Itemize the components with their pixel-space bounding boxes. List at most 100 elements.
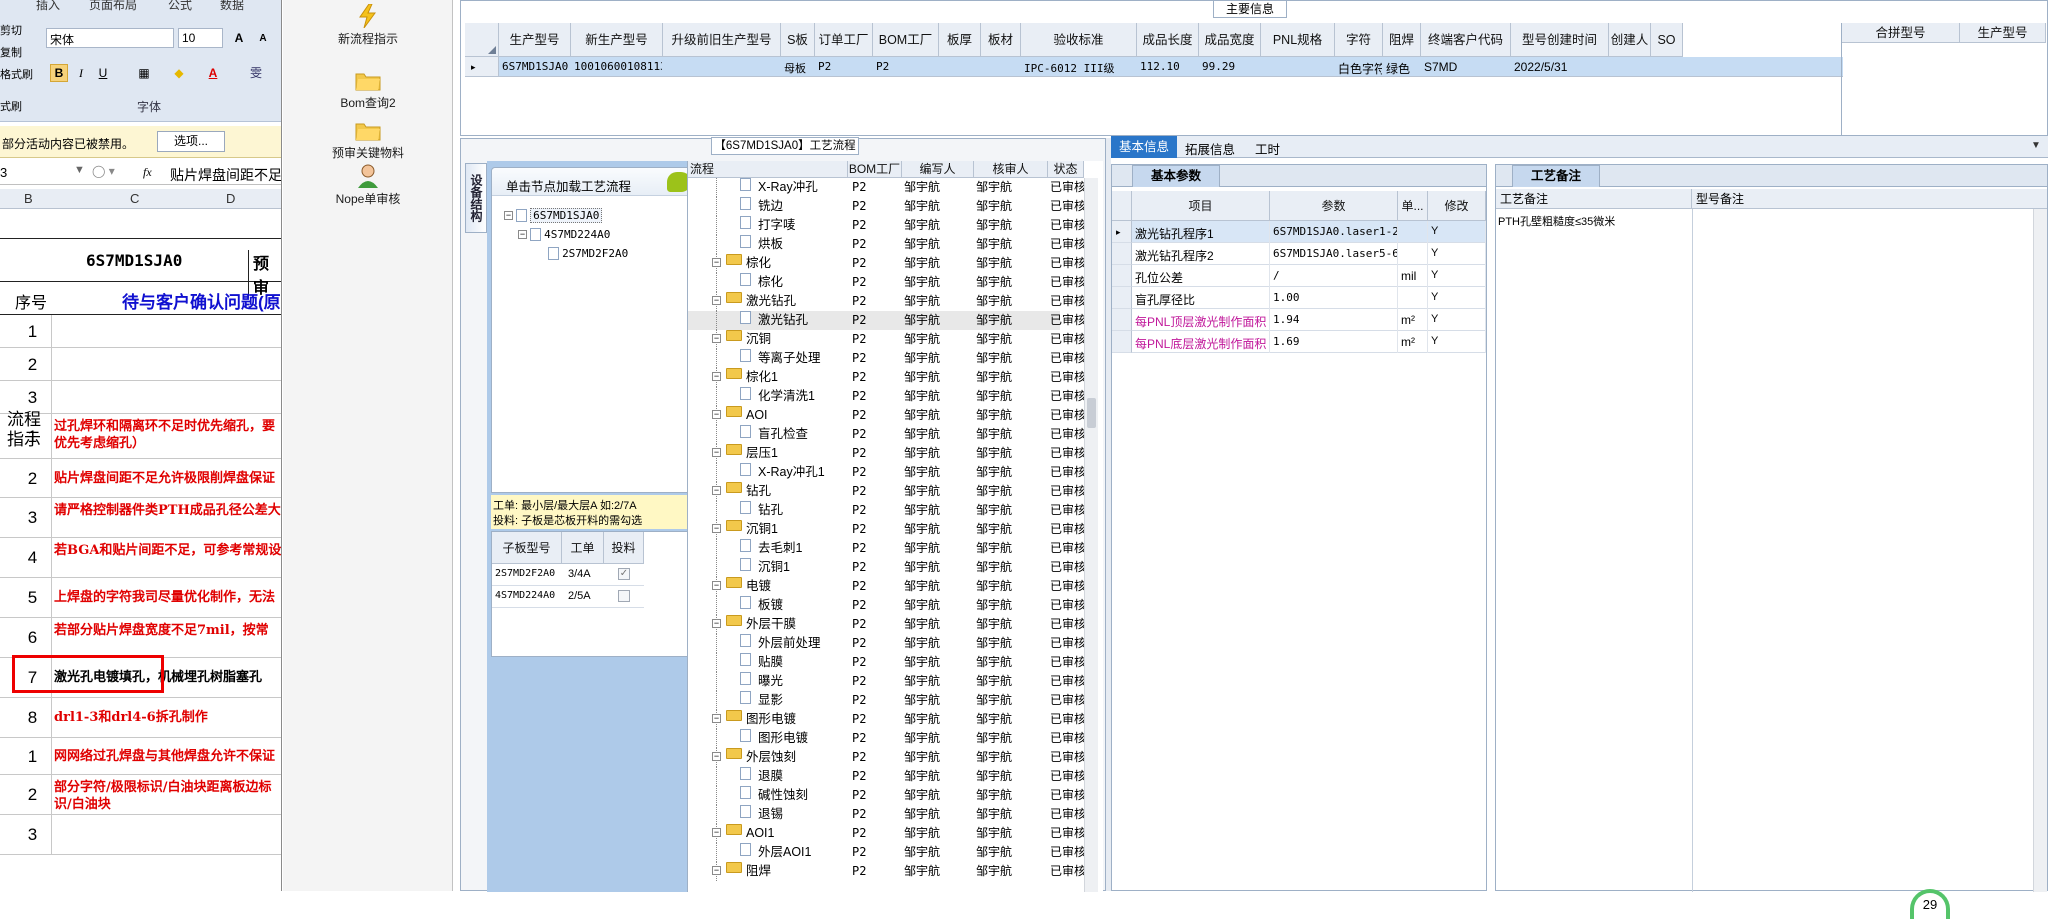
flow-col-header[interactable]: 状态 bbox=[1048, 161, 1084, 178]
seq-cell[interactable]: 2 bbox=[14, 775, 52, 815]
flow-step-row[interactable]: 钻孔 P2 邹宇航 邹宇航 已审核 bbox=[688, 501, 1086, 520]
sheet-row[interactable]: 7 激光孔电镀填孔，机械埋孔树脂塞孔 bbox=[0, 655, 281, 698]
tab-work-hours[interactable]: 工时 bbox=[1255, 139, 1280, 158]
process-remark-text[interactable]: PTH孔壁粗糙度≤35微米 bbox=[1498, 213, 1615, 229]
param-item-cell[interactable]: 激光钻孔程序1 bbox=[1135, 225, 1269, 242]
subboard-order-cell[interactable]: 2/5A bbox=[568, 590, 608, 602]
main-col-header[interactable]: 新生产型号 bbox=[571, 23, 663, 57]
phonetic-button[interactable]: 雯 bbox=[242, 64, 270, 82]
flow-step-row[interactable]: 激光钻孔 P2 邹宇航 邹宇航 已审核 bbox=[688, 311, 1086, 330]
param-value-cell[interactable]: 6S7MD1SJA0.laser1-2 bbox=[1273, 225, 1397, 238]
seq-cell[interactable]: 3 bbox=[14, 815, 52, 855]
sheet-row[interactable]: 1 bbox=[0, 315, 281, 348]
flow-step-row[interactable]: − 沉铜1 P2 邹宇航 邹宇航 已审核 bbox=[688, 520, 1086, 539]
seq-cell[interactable]: 2 bbox=[14, 348, 52, 381]
flow-step-row[interactable]: − AOI1 P2 邹宇航 邹宇航 已审核 bbox=[688, 824, 1086, 843]
seq-cell[interactable]: 1 bbox=[14, 315, 52, 348]
main-cell[interactable]: 6S7MD1SJA0 bbox=[502, 60, 570, 73]
param-unit-cell[interactable]: m² bbox=[1401, 313, 1427, 327]
flow-step-row[interactable]: 退锡 P2 邹宇航 邹宇航 已审核 bbox=[688, 805, 1086, 824]
subboard-model-cell[interactable]: 2S7MD2F2A0 bbox=[495, 568, 561, 579]
confirm-header-cell[interactable]: 待与客户确认问题(原 bbox=[122, 288, 281, 313]
copy-button[interactable]: 复制 bbox=[0, 44, 22, 60]
tool-1[interactable]: Bom查询2 bbox=[283, 68, 453, 111]
font-size-select[interactable]: 10 bbox=[178, 28, 223, 48]
combined-col-header[interactable]: 生产型号 bbox=[1960, 23, 2046, 43]
flow-step-row[interactable]: − 钻孔 P2 邹宇航 邹宇航 已审核 bbox=[688, 482, 1086, 501]
ribbon-tab-insert[interactable]: 插入 bbox=[36, 0, 60, 13]
subboard-header-model[interactable]: 子板型号 bbox=[492, 532, 562, 564]
param-item-cell[interactable]: 每PNL底层激光制作面积 bbox=[1135, 335, 1269, 352]
font-grow-button[interactable]: A bbox=[230, 29, 248, 47]
remark-col-process[interactable]: 工艺备注 bbox=[1496, 189, 1692, 209]
main-cell[interactable]: 绿色 bbox=[1386, 60, 1420, 77]
param-item-cell[interactable]: 盲孔厚径比 bbox=[1135, 291, 1269, 308]
main-col-header[interactable]: 板厚 bbox=[939, 23, 981, 57]
format-painter-button[interactable]: 格式刷 bbox=[0, 66, 33, 82]
main-cell[interactable]: 白色字符 bbox=[1338, 60, 1382, 77]
flow-step-row[interactable]: 铣边 P2 邹宇航 邹宇航 已审核 bbox=[688, 197, 1086, 216]
collapse-icon[interactable]: − bbox=[712, 524, 721, 533]
name-box[interactable]: 3 bbox=[0, 165, 80, 180]
flow-col-header[interactable]: 核审人 bbox=[974, 161, 1048, 178]
flow-col-header[interactable]: 编写人 bbox=[902, 161, 974, 178]
font-name-select[interactable]: 宋体 bbox=[46, 28, 174, 48]
grid-corner[interactable] bbox=[465, 23, 499, 57]
tool-3[interactable]: Nope单审核 bbox=[283, 164, 453, 207]
main-col-header[interactable]: 终端客户代码 bbox=[1421, 23, 1511, 57]
collapse-icon[interactable]: − bbox=[712, 581, 721, 590]
row-indicator-icon[interactable]: ▸ bbox=[1112, 221, 1132, 243]
flow-step-row[interactable]: 烘板 P2 邹宇航 邹宇航 已审核 bbox=[688, 235, 1086, 254]
row-indicator-icon[interactable] bbox=[1112, 309, 1132, 331]
row-indicator-icon[interactable]: ▸ bbox=[465, 57, 499, 77]
ribbon-tab-data[interactable]: 数据 bbox=[220, 0, 244, 13]
flow-step-row[interactable]: 外层前处理 P2 邹宇航 邹宇航 已审核 bbox=[688, 634, 1086, 653]
tab-menu-icon[interactable]: ▼ bbox=[2031, 140, 2041, 151]
param-edit-cell[interactable]: Y bbox=[1431, 225, 1485, 237]
flow-step-row[interactable]: − 外层干膜 P2 邹宇航 邹宇航 已审核 bbox=[688, 615, 1086, 634]
main-cell[interactable]: IPC-6012 III级 bbox=[1024, 60, 1136, 76]
collapse-icon[interactable]: − bbox=[712, 372, 721, 381]
main-col-header[interactable]: S板 bbox=[781, 23, 815, 57]
param-value-cell[interactable]: 1.69 bbox=[1273, 335, 1397, 348]
collapse-icon[interactable]: − bbox=[712, 866, 721, 875]
feed-checkbox[interactable]: ✓ bbox=[618, 568, 630, 580]
param-item-cell[interactable]: 激光钻孔程序2 bbox=[1135, 247, 1269, 264]
flow-step-row[interactable]: 棕化 P2 邹宇航 邹宇航 已审核 bbox=[688, 273, 1086, 292]
main-col-header[interactable]: 板材 bbox=[981, 23, 1021, 57]
flow-step-row[interactable]: 板镀 P2 邹宇航 邹宇航 已审核 bbox=[688, 596, 1086, 615]
param-unit-cell[interactable]: mil bbox=[1401, 269, 1427, 283]
collapse-icon[interactable]: − bbox=[712, 752, 721, 761]
param-item-cell[interactable]: 每PNL顶层激光制作面积 bbox=[1135, 313, 1269, 330]
flow-step-row[interactable]: 外层AOI1 P2 邹宇航 邹宇航 已审核 bbox=[688, 843, 1086, 862]
main-cell[interactable]: 2022/5/31 bbox=[1514, 60, 1608, 74]
part-number-cell[interactable]: 6S7MD1SJA0 bbox=[86, 251, 182, 270]
main-col-header[interactable]: 生产型号 bbox=[499, 23, 571, 57]
seq-header-cell[interactable]: 序号 bbox=[15, 289, 47, 313]
cut-button[interactable]: 剪切 bbox=[0, 22, 22, 38]
tree-node-root[interactable]: − 6S7MD1SJA0 bbox=[504, 206, 603, 223]
flow-step-row[interactable]: − 棕化 P2 邹宇航 邹宇航 已审核 bbox=[688, 254, 1086, 273]
collapse-icon[interactable]: − bbox=[712, 448, 721, 457]
progress-badge[interactable]: 29 bbox=[1910, 889, 1950, 919]
sheet-row[interactable]: 3 bbox=[0, 815, 281, 855]
collapse-icon[interactable]: − bbox=[712, 486, 721, 495]
collapse-icon[interactable]: − bbox=[712, 828, 721, 837]
bold-button[interactable]: B bbox=[50, 64, 68, 82]
param-value-cell[interactable]: 1.00 bbox=[1273, 291, 1397, 304]
seq-cell[interactable]: 4 bbox=[14, 538, 52, 578]
seq-cell[interactable]: 3 bbox=[14, 498, 52, 538]
main-cell[interactable]: P2 bbox=[818, 60, 872, 73]
flow-step-row[interactable]: X-Ray冲孔1 P2 邹宇航 邹宇航 已审核 bbox=[688, 463, 1086, 482]
param-unit-cell[interactable]: m² bbox=[1401, 335, 1427, 349]
main-col-header[interactable]: PNL规格 bbox=[1261, 23, 1335, 57]
main-col-header[interactable]: SO bbox=[1651, 23, 1683, 57]
options-button[interactable]: 选项... bbox=[157, 131, 225, 152]
flow-step-row[interactable]: − 阻焊 P2 邹宇航 邹宇航 已审核 bbox=[688, 862, 1086, 881]
param-grid-corner[interactable] bbox=[1112, 191, 1132, 221]
param-edit-cell[interactable]: Y bbox=[1431, 335, 1485, 347]
param-value-cell[interactable]: 1.94 bbox=[1273, 313, 1397, 326]
ribbon-tab-layout[interactable]: 页面布局 bbox=[89, 0, 137, 13]
param-col-header[interactable]: 参数 bbox=[1270, 191, 1398, 221]
underline-button[interactable]: U bbox=[94, 64, 112, 82]
